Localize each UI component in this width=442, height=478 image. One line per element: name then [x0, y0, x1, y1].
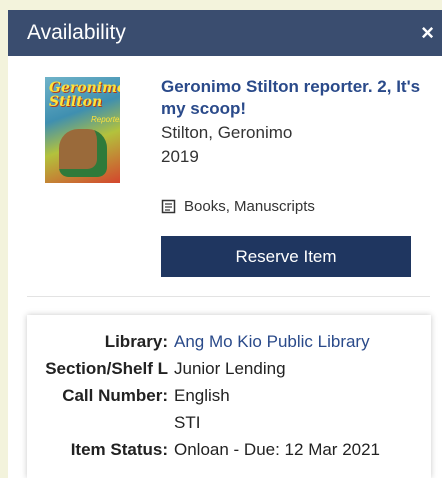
book-icon — [161, 199, 176, 214]
book-cover-image: Geronimo Stilton Reporter — [45, 77, 120, 183]
library-link[interactable]: Ang Mo Kio Public Library — [174, 331, 370, 353]
cover-subtitle: Reporter — [91, 115, 120, 124]
close-icon[interactable]: × — [421, 22, 434, 44]
divider — [27, 296, 430, 297]
call-number-label: Call Number: — [62, 386, 168, 405]
reserve-item-button[interactable]: Reserve Item — [161, 236, 411, 277]
section-value: Junior Lending — [174, 359, 286, 378]
call-number-row-2: STI — [27, 412, 200, 434]
holdings-card: Library: Ang Mo Kio Public Library Secti… — [27, 315, 431, 478]
call-number-value-line1: English — [174, 386, 230, 405]
availability-modal: Availability × Geronimo Stilton Reporter… — [8, 10, 442, 478]
cover-title: Geronimo Stilton — [49, 80, 120, 110]
library-row: Library: Ang Mo Kio Public Library — [27, 331, 370, 353]
book-title-link[interactable]: Geronimo Stilton reporter. 2, It's my sc… — [161, 76, 431, 120]
modal-header: Availability × — [8, 10, 442, 56]
status-label: Item Status: — [70, 440, 168, 459]
status-value: Onloan - Due: 12 Mar 2021 — [174, 440, 381, 459]
book-author: Stilton, Geronimo — [161, 123, 293, 142]
section-label: Section/Shelf L — [45, 359, 168, 378]
format-label: Books, Manuscripts — [184, 198, 315, 215]
cover-illustration — [59, 129, 107, 177]
call-number-value-line2: STI — [174, 413, 201, 432]
modal-title: Availability — [27, 21, 126, 44]
book-info: Geronimo Stilton reporter. 2, It's my sc… — [161, 76, 431, 168]
book-format: Books, Manuscripts — [161, 198, 315, 215]
call-number-spacer — [27, 412, 174, 434]
section-row: Section/Shelf L Junior Lending — [27, 358, 286, 380]
book-year: 2019 — [161, 147, 199, 166]
library-label: Library: — [104, 332, 168, 351]
call-number-row: Call Number: English — [27, 385, 230, 407]
status-row: Item Status: Onloan - Due: 12 Mar 2021 — [27, 439, 380, 461]
